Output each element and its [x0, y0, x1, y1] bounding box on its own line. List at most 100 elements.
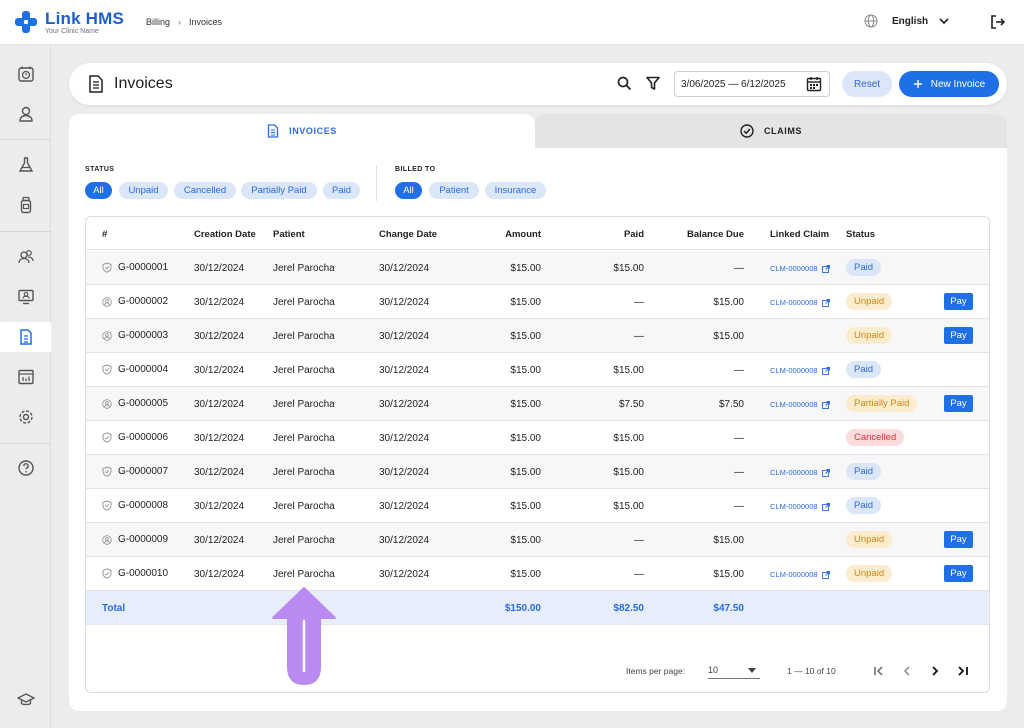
filter-icon[interactable] [646, 76, 660, 91]
breadcrumb-billing[interactable]: Billing [146, 17, 170, 27]
breadcrumb-separator-icon: › [178, 17, 182, 27]
calendar-icon[interactable] [806, 76, 822, 92]
sidebar-item-pharmacy[interactable] [0, 190, 51, 220]
pay-button[interactable]: Pay [944, 395, 973, 412]
col-linked-claim[interactable]: Linked Claim [770, 229, 829, 240]
table-row[interactable]: G-0000007 30/12/2024 Jerel Parocha 30/12/20… [86, 455, 989, 489]
external-link-icon [821, 468, 830, 477]
graduation-cap-icon [16, 693, 35, 706]
date-range-input[interactable]: 3/06/2025 — 6/12/2025 [674, 71, 830, 97]
table-row[interactable]: G-0000008 30/12/2024 Jerel Parocha 30/12/20… [86, 489, 989, 523]
logout-button[interactable] [990, 14, 1006, 35]
col-paid[interactable]: Paid [624, 229, 644, 240]
app-logo[interactable]: Link HMS Your Clinic Name [15, 10, 124, 36]
status-filter-partially-paid[interactable]: Partially Paid [241, 182, 317, 199]
status-badge: Unpaid [846, 531, 893, 548]
patient-cell: Jerel Parocha [273, 433, 335, 444]
invoice-id[interactable]: G-0000003 [118, 330, 168, 341]
next-page-icon[interactable] [928, 664, 942, 678]
linked-claim-link[interactable]: CLM-0000008 [770, 400, 830, 409]
amount-cell: $15.00 [510, 569, 541, 580]
invoice-id[interactable]: G-0000004 [118, 364, 168, 375]
linked-claim-link[interactable]: CLM-0000008 [770, 502, 830, 511]
table-row[interactable]: G-0000009 30/12/2024 Jerel Parocha 30/12/20… [86, 523, 989, 557]
status-filter-all[interactable]: All [85, 182, 112, 199]
sidebar-item-settings[interactable] [0, 402, 51, 432]
balance-due-cell: — [734, 263, 744, 274]
sidebar-item-patients[interactable] [0, 99, 51, 129]
items-per-page-select[interactable]: 10 [708, 663, 760, 679]
linked-claim-link[interactable]: CLM-0000008 [770, 468, 830, 477]
invoice-id-cell: G-0000010 [102, 568, 168, 579]
tab-claims[interactable]: CLAIMS [535, 114, 1007, 148]
shield-icon [102, 568, 112, 579]
billed-to-filter-insurance[interactable]: Insurance [485, 182, 546, 199]
invoice-id[interactable]: G-0000009 [118, 534, 168, 545]
sidebar-item-help[interactable] [0, 453, 51, 483]
first-page-icon[interactable] [872, 664, 886, 678]
last-page-icon[interactable] [956, 664, 970, 678]
invoice-id[interactable]: G-0000010 [118, 568, 168, 579]
paid-cell: $15.00 [613, 263, 644, 274]
language-selector[interactable]: English [864, 14, 950, 28]
date-range-value: 3/06/2025 — 6/12/2025 [681, 79, 786, 90]
tab-invoices[interactable]: INVOICES [69, 114, 535, 148]
reset-button[interactable]: Reset [842, 71, 892, 97]
help-circle-icon [17, 460, 34, 476]
linked-claim-link[interactable]: CLM-0000008 [770, 570, 830, 579]
invoice-id[interactable]: G-0000007 [118, 466, 168, 477]
invoice-id[interactable]: G-0000005 [118, 398, 168, 409]
col-balance-due[interactable]: Balance Due [687, 229, 744, 240]
pay-button[interactable]: Pay [944, 565, 973, 582]
change-date-cell: 30/12/2024 [379, 263, 430, 274]
external-link-icon [821, 366, 830, 375]
invoice-id[interactable]: G-0000008 [118, 500, 168, 511]
search-icon[interactable] [617, 76, 632, 91]
col-patient[interactable]: Patient [273, 229, 305, 240]
check-circle-icon [740, 124, 754, 138]
linked-claim-id: CLM-0000008 [770, 468, 818, 477]
billed-to-filter-all[interactable]: All [395, 182, 422, 199]
breadcrumb: Billing › Invoices [146, 17, 222, 27]
sidebar-item-training[interactable] [0, 685, 51, 715]
prev-page-icon[interactable] [900, 664, 914, 678]
creation-date-cell: 30/12/2024 [194, 331, 245, 342]
status-badge: Paid [846, 497, 882, 514]
table-row[interactable]: G-0000010 30/12/2024 Jerel Parocha 30/12/20… [86, 557, 989, 591]
status-badge: Partially Paid [846, 395, 918, 412]
sidebar-item-reports[interactable] [0, 362, 51, 392]
linked-claim-link[interactable]: CLM-0000008 [770, 264, 830, 273]
person-icon [102, 296, 112, 307]
table-row[interactable]: G-0000001 30/12/2024 Jerel Parocha 30/12/20… [86, 251, 989, 285]
col-status[interactable]: Status [846, 229, 875, 240]
col-change-date[interactable]: Change Date [379, 229, 437, 240]
invoice-id[interactable]: G-0000001 [118, 262, 168, 273]
col-number[interactable]: # [102, 229, 107, 240]
change-date-cell: 30/12/2024 [379, 569, 430, 580]
linked-claim-link[interactable]: CLM-0000008 [770, 298, 830, 307]
invoice-id[interactable]: G-0000006 [118, 432, 168, 443]
col-amount[interactable]: Amount [505, 229, 541, 240]
status-filter-paid[interactable]: Paid [323, 182, 360, 199]
sidebar-item-staff[interactable] [0, 242, 51, 272]
table-row[interactable]: G-0000003 30/12/2024 Jerel Parocha 30/12/20… [86, 319, 989, 353]
billed-to-filter-patient[interactable]: Patient [429, 182, 479, 199]
new-invoice-button[interactable]: New Invoice [899, 71, 999, 97]
change-date-cell: 30/12/2024 [379, 467, 430, 478]
table-row[interactable]: G-0000005 30/12/2024 Jerel Parocha 30/12/20… [86, 387, 989, 421]
invoice-id[interactable]: G-0000002 [118, 296, 168, 307]
pay-button[interactable]: Pay [944, 531, 973, 548]
sidebar-item-consultations[interactable] [0, 282, 51, 312]
pay-button[interactable]: Pay [944, 327, 973, 344]
table-row[interactable]: G-0000006 30/12/2024 Jerel Parocha 30/12/20… [86, 421, 989, 455]
sidebar-item-lab[interactable] [0, 150, 51, 180]
linked-claim-link[interactable]: CLM-0000008 [770, 366, 830, 375]
table-row[interactable]: G-0000002 30/12/2024 Jerel Parocha 30/12/20… [86, 285, 989, 319]
status-filter-cancelled[interactable]: Cancelled [174, 182, 236, 199]
status-filter-unpaid[interactable]: Unpaid [119, 182, 168, 199]
sidebar-item-billing[interactable] [0, 322, 51, 352]
sidebar-item-appointments[interactable] [0, 59, 51, 89]
pay-button[interactable]: Pay [944, 293, 973, 310]
table-row[interactable]: G-0000004 30/12/2024 Jerel Parocha 30/12/20… [86, 353, 989, 387]
col-creation-date[interactable]: Creation Date [194, 229, 256, 240]
